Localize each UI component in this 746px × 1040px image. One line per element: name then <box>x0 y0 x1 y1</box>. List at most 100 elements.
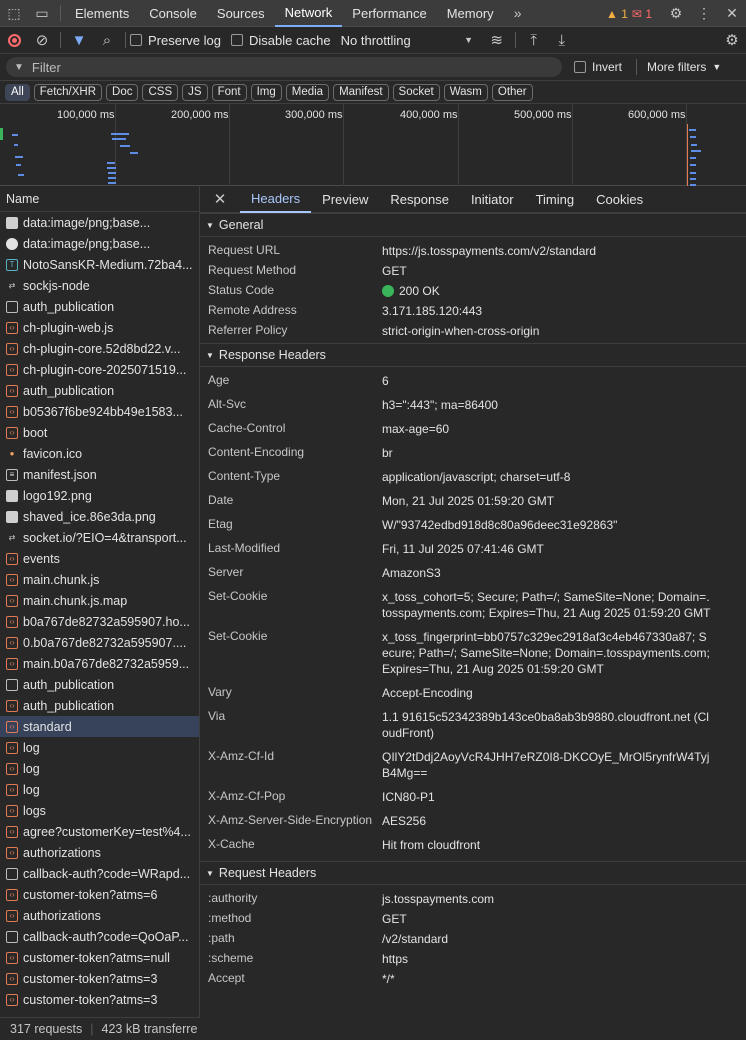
more-filters-dropdown[interactable]: More filters ▼ <box>647 60 721 74</box>
import-har-icon[interactable]: ⤒ <box>520 27 548 54</box>
type-filter-font[interactable]: Font <box>211 83 247 101</box>
close-icon[interactable]: ✕ <box>718 0 746 27</box>
record-stop-icon[interactable] <box>0 27 28 54</box>
request-row[interactable]: ‹› boot <box>0 422 199 443</box>
close-detail-icon[interactable]: ✕ <box>200 186 240 213</box>
inspect-element-icon[interactable]: ⬚ <box>0 0 28 27</box>
request-row[interactable]: shaved_ice.86e3da.png <box>0 506 199 527</box>
disable-cache-checkbox[interactable]: Disable cache <box>230 33 331 48</box>
detail-tab-response[interactable]: Response <box>379 186 460 213</box>
search-icon[interactable]: ⌕ <box>93 27 121 54</box>
request-row[interactable]: ‹› ch-plugin-core.52d8bd22.v... <box>0 338 199 359</box>
section-title: General <box>218 218 264 232</box>
section-header-request-headers[interactable]: ▼ Request Headers <box>200 861 746 885</box>
request-row[interactable]: T NotoSansKR-Medium.72ba4... <box>0 254 199 275</box>
type-filter-img[interactable]: Img <box>250 83 282 101</box>
section-header-general[interactable]: ▼ General <box>200 213 746 237</box>
request-row[interactable]: ‹› auth_publication <box>0 695 199 716</box>
request-row[interactable]: ‹› log <box>0 737 199 758</box>
request-row[interactable]: ‹› customer-token?atms=3 <box>0 968 199 989</box>
request-row[interactable]: ‹› main.chunk.js.map <box>0 590 199 611</box>
request-row[interactable]: ● favicon.ico <box>0 443 199 464</box>
section-header-response-headers[interactable]: ▼ Response Headers <box>200 343 746 367</box>
request-row[interactable]: ‹› agree?customerKey=test%4... <box>0 821 199 842</box>
device-toolbar-icon[interactable]: ▭ <box>28 0 56 27</box>
request-row[interactable]: ‹› main.b0a767de82732a5959... <box>0 653 199 674</box>
type-filter-other[interactable]: Other <box>491 83 533 101</box>
type-filter-css[interactable]: CSS <box>142 83 179 101</box>
tab-memory[interactable]: Memory <box>437 0 504 27</box>
request-row[interactable]: ‹› 0.b0a767de82732a595907.... <box>0 632 199 653</box>
timeline-bar <box>108 177 116 179</box>
tab-sources[interactable]: Sources <box>207 0 275 27</box>
request-row[interactable]: ‹› customer-token?atms=null <box>0 947 199 968</box>
request-row[interactable]: ≡ manifest.json <box>0 464 199 485</box>
detail-tab-initiator[interactable]: Initiator <box>460 186 525 213</box>
warning-badge[interactable]: ▲ 1 <box>606 7 628 21</box>
timeline-overview[interactable]: 100,000 ms 200,000 ms 300,000 ms 400,000… <box>0 104 746 186</box>
request-row[interactable]: ‹› customer-token?atms=6 <box>0 884 199 905</box>
invert-checkbox[interactable]: Invert <box>574 60 622 74</box>
type-filter-manifest[interactable]: Manifest <box>333 83 389 101</box>
timeline-tick <box>229 104 230 186</box>
request-row[interactable]: ‹› customer-token?atms=3 <box>0 989 199 1010</box>
request-name: authorizations <box>23 845 101 860</box>
header-value: Accept-Encoding <box>382 686 473 700</box>
chevron-down-icon[interactable]: ▼ <box>455 27 483 54</box>
tab-console[interactable]: Console <box>139 0 207 27</box>
request-row[interactable]: ‹› b0a767de82732a595907.ho... <box>0 611 199 632</box>
network-settings-gear-icon[interactable]: ⚙ <box>718 27 746 54</box>
request-row[interactable]: ‹› events <box>0 548 199 569</box>
request-row[interactable]: ‹› authorizations <box>0 842 199 863</box>
more-tabs-icon[interactable]: » <box>504 0 532 27</box>
detail-tab-preview[interactable]: Preview <box>311 186 379 213</box>
header-row: Set-Cookie x_toss_cohort=5; Secure; Path=… <box>200 589 746 621</box>
detail-tab-cookies[interactable]: Cookies <box>585 186 654 213</box>
status-footer: 317 requests | 423 kB transferre <box>0 1017 200 1040</box>
export-har-icon[interactable]: ⤓ <box>548 27 576 54</box>
request-row[interactable]: ‹› b05367f6be924bb49e1583... <box>0 401 199 422</box>
type-filter-socket[interactable]: Socket <box>392 83 440 101</box>
error-badge[interactable]: ✉ 1 <box>632 7 652 21</box>
tab-network[interactable]: Network <box>274 0 343 27</box>
request-row[interactable]: ‹› ch-plugin-web.js <box>0 317 199 338</box>
request-row[interactable]: ‹› logs <box>0 800 199 821</box>
name-column-header[interactable]: Name <box>0 186 199 212</box>
request-row[interactable]: ‹› authorizations <box>0 905 199 926</box>
preserve-log-checkbox[interactable]: Preserve log <box>130 33 221 48</box>
detail-tab-headers[interactable]: Headers <box>240 186 312 213</box>
kebab-menu-icon[interactable]: ⋮ <box>690 0 718 27</box>
request-row[interactable]: logo192.png <box>0 485 199 506</box>
request-row[interactable]: ‹› standard <box>0 716 199 737</box>
tab-performance[interactable]: Performance <box>342 0 436 27</box>
header-key: Accept <box>208 971 245 985</box>
network-conditions-icon[interactable]: ≋ <box>483 27 511 54</box>
request-row[interactable]: ‹› auth_publication <box>0 380 199 401</box>
request-row[interactable]: callback-auth?code=WRapd... <box>0 863 199 884</box>
request-row[interactable]: ‹› main.chunk.js <box>0 569 199 590</box>
request-row[interactable]: callback-auth?code=QoOaP... <box>0 926 199 947</box>
request-row[interactable]: ‹› log <box>0 758 199 779</box>
tab-elements[interactable]: Elements <box>65 0 139 27</box>
request-row[interactable]: data:image/png;base... <box>0 233 199 254</box>
request-row[interactable]: ⇄ socket.io/?EIO=4&transport... <box>0 527 199 548</box>
request-row[interactable]: ‹› log <box>0 779 199 800</box>
filter-funnel-icon[interactable]: ▼ <box>65 27 93 54</box>
request-row[interactable]: ⇄ sockjs-node <box>0 275 199 296</box>
throttling-select[interactable]: No throttling <box>341 33 445 48</box>
request-row[interactable]: auth_publication <box>0 674 199 695</box>
type-filter-media[interactable]: Media <box>285 83 330 101</box>
request-row[interactable]: ‹› ch-plugin-core-2025071519... <box>0 359 199 380</box>
type-filter-wasm[interactable]: Wasm <box>443 83 488 101</box>
settings-gear-icon[interactable]: ⚙ <box>662 0 690 27</box>
type-filter-all[interactable]: All <box>5 83 30 101</box>
timeline-bar <box>15 156 23 158</box>
type-filter-doc[interactable]: Doc <box>106 83 139 101</box>
detail-tab-timing[interactable]: Timing <box>525 186 586 213</box>
type-filter-fetchxhr[interactable]: Fetch/XHR <box>33 83 103 101</box>
request-row[interactable]: data:image/png;base... <box>0 212 199 233</box>
filter-input[interactable]: ▼ Filter <box>6 57 562 77</box>
clear-icon[interactable]: ⊘ <box>28 27 56 54</box>
type-filter-js[interactable]: JS <box>182 83 208 101</box>
request-row[interactable]: auth_publication <box>0 296 199 317</box>
